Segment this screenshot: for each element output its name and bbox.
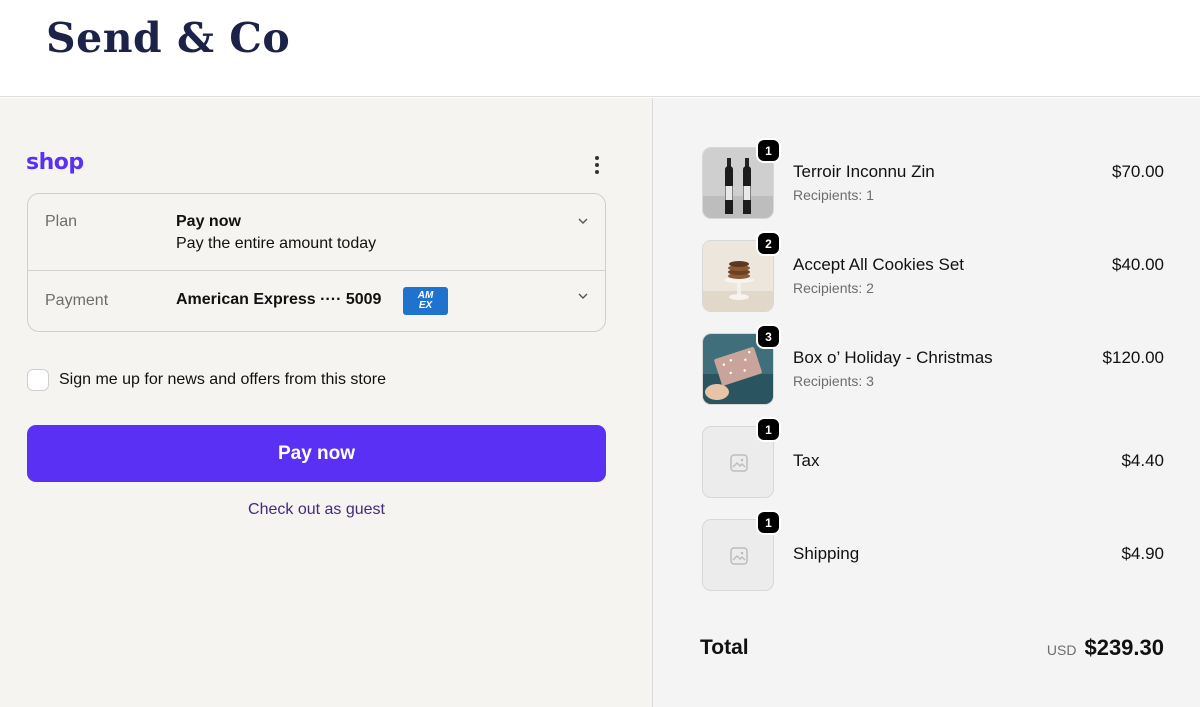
item-price: $120.00 [1102, 348, 1164, 367]
item-recipients: Recipients: 2 [793, 280, 874, 296]
store-logo[interactable]: Send & Co [46, 14, 290, 62]
payment-card-text: American Express ···· 5009 [176, 291, 382, 308]
line-item: 1 Tax $4.40 [702, 417, 1164, 498]
plan-label: Plan [45, 213, 78, 230]
store-header: Send & Co [0, 0, 1200, 97]
pay-now-button[interactable]: Pay now [27, 425, 606, 482]
item-price: $4.40 [1121, 451, 1164, 470]
newsletter-option[interactable]: Sign me up for news and offers from this… [27, 369, 386, 391]
payment-label: Payment [45, 292, 109, 309]
item-price: $4.90 [1121, 544, 1164, 563]
plan-subtitle: Pay the entire amount today [176, 235, 377, 252]
newsletter-checkbox[interactable] [27, 369, 49, 391]
item-name: Tax [793, 451, 820, 470]
placeholder-image-icon [730, 547, 748, 565]
chevron-down-icon [578, 218, 588, 224]
item-recipients: Recipients: 3 [793, 373, 874, 389]
express-checkout-panel: shop Plan Pay now Pay the entire amount … [0, 98, 652, 707]
plan-selector[interactable]: Plan Pay now Pay the entire amount today [28, 194, 605, 271]
item-name: Terroir Inconnu Zin [793, 162, 935, 181]
line-item: 2 Accept All Cookies Set Recipients: 2 $… [702, 231, 1164, 312]
payment-options-card: Plan Pay now Pay the entire amount today… [27, 193, 606, 332]
item-price: $70.00 [1112, 162, 1164, 181]
total-value: USD $239.30 [1047, 635, 1164, 661]
line-item: 1 Terroir Inconnu Zin Recipients: 1 $70.… [702, 138, 1164, 219]
kebab-menu-icon[interactable] [586, 154, 608, 176]
newsletter-label: Sign me up for news and offers from this… [59, 371, 386, 388]
item-price: $40.00 [1112, 255, 1164, 274]
quantity-badge: 1 [756, 417, 781, 442]
line-item: 1 Shipping $4.90 [702, 510, 1164, 591]
currency-code: USD [1046, 642, 1077, 658]
plan-title: Pay now [176, 213, 241, 230]
total-label: Total [700, 636, 749, 659]
quantity-badge: 1 [756, 510, 781, 535]
total-amount: $239.30 [1084, 635, 1164, 660]
item-name: Box o’ Holiday - Christmas [793, 348, 993, 367]
quantity-badge: 3 [756, 324, 781, 349]
amex-card-icon: AM EX [403, 287, 448, 315]
item-name: Shipping [793, 544, 860, 563]
guest-checkout-link[interactable]: Check out as guest [27, 501, 606, 519]
order-summary: 1 Terroir Inconnu Zin Recipients: 1 $70.… [653, 98, 1200, 707]
quantity-badge: 2 [756, 231, 781, 256]
placeholder-image-icon [730, 454, 748, 472]
line-item: 3 Box o’ Holiday - Christmas Recipients:… [702, 324, 1164, 405]
quantity-badge: 1 [756, 138, 781, 163]
payment-selector[interactable]: Payment American Express ···· 5009 AM EX [28, 271, 605, 333]
shop-pay-logo: shop [26, 150, 84, 175]
item-recipients: Recipients: 1 [793, 187, 874, 203]
chevron-down-icon [578, 293, 588, 299]
item-name: Accept All Cookies Set [793, 255, 965, 274]
